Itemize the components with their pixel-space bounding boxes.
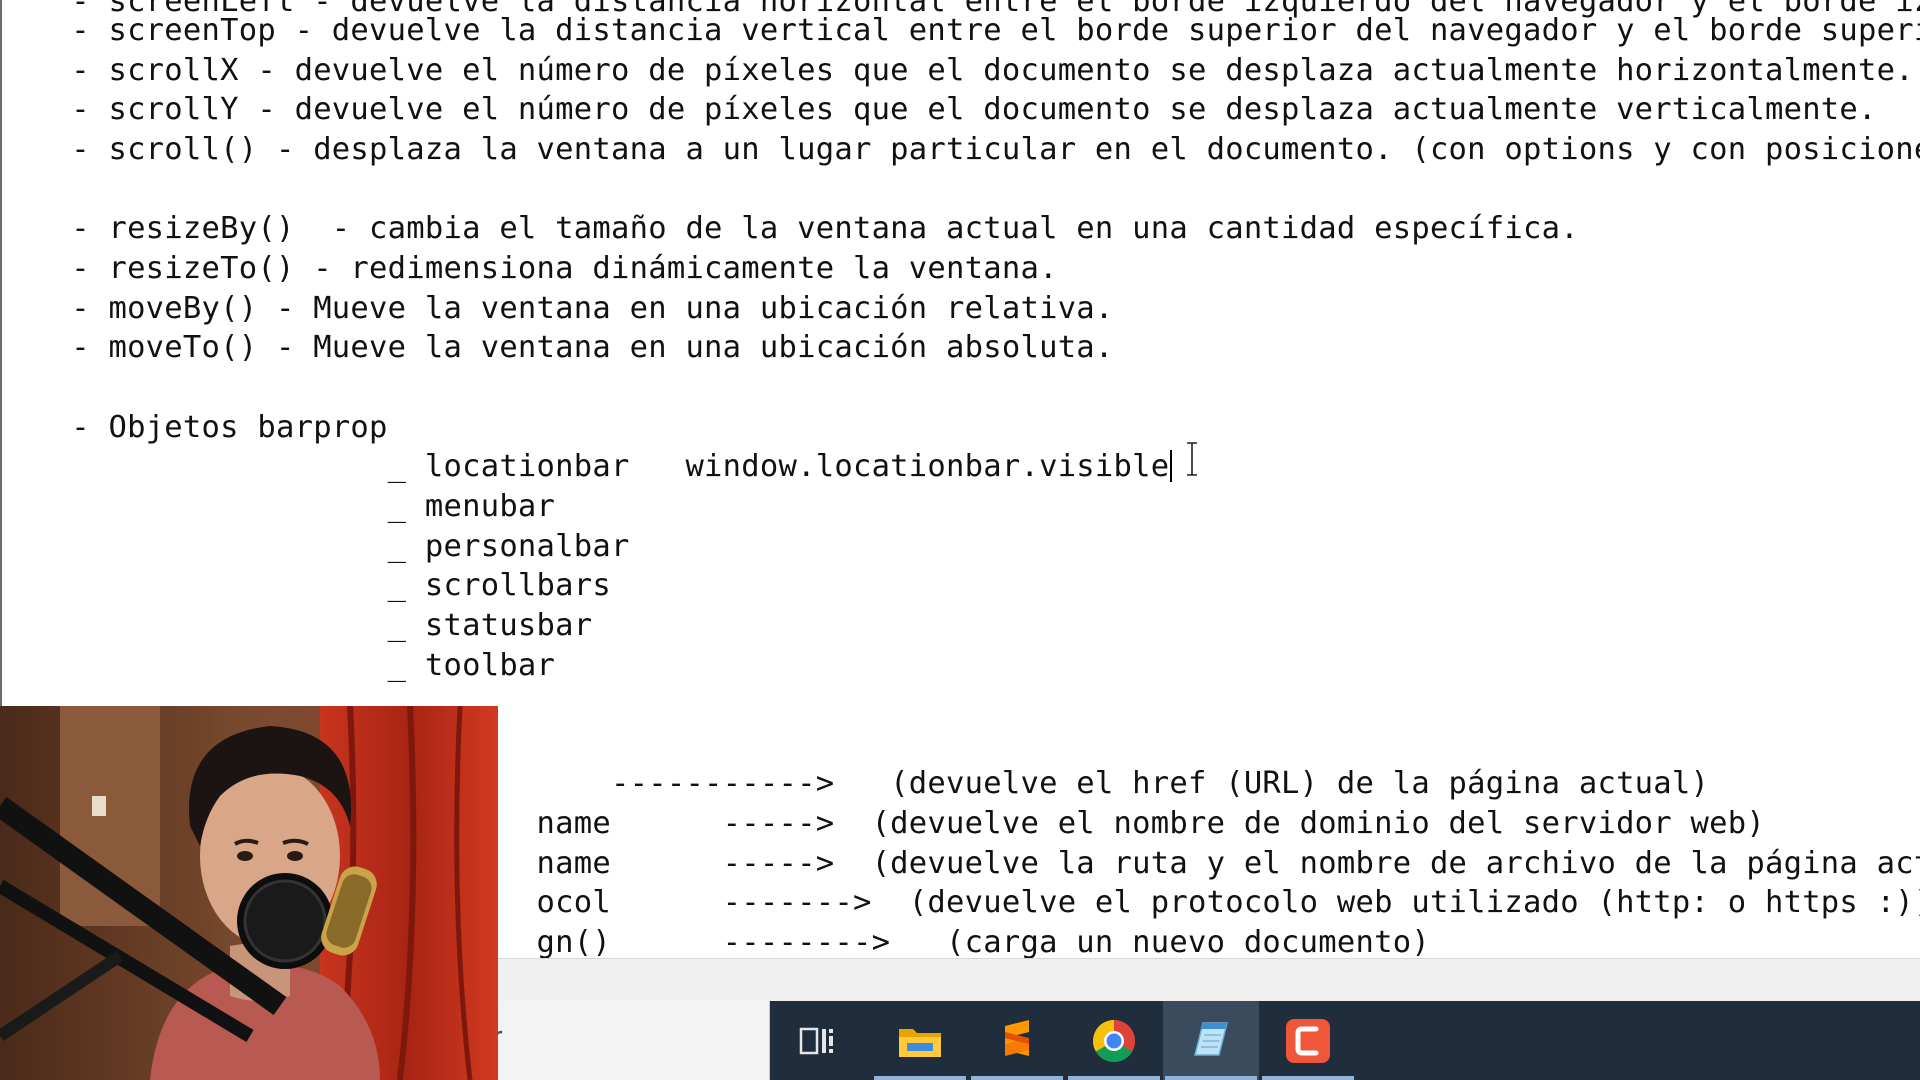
taskbar-camtasia-button[interactable]	[1260, 1001, 1356, 1080]
taskbar-file-explorer-button[interactable]	[872, 1001, 968, 1080]
editor-line-16: _ scrollbars	[34, 568, 611, 603]
editor-line-9: - moveBy() - Mueve la ventana en una ubi…	[34, 291, 1114, 326]
editor-line-15: _ personalbar	[34, 529, 630, 564]
editor-line-10: - moveTo() - Mueve la ventana en una ubi…	[34, 330, 1114, 365]
editor-line-8: - resizeTo() - redimensiona dinámicament…	[34, 251, 1058, 286]
active-app-indicator	[971, 1076, 1063, 1080]
ibeam-cursor-icon	[1187, 442, 1197, 476]
taskbar-chrome-button[interactable]	[1066, 1001, 1162, 1080]
editor-line-13: _ locationbar window.locationbar.visible	[34, 447, 1173, 487]
taskbar-task-view-button[interactable]	[770, 1001, 866, 1080]
taskbar-sublime-text-button[interactable]	[969, 1001, 1065, 1080]
notepad-icon	[1194, 1021, 1228, 1056]
chrome-icon	[1092, 1019, 1136, 1062]
active-app-indicator	[1068, 1076, 1160, 1080]
editor-line-4: - scrollY - devuelve el número de píxele…	[34, 92, 1877, 127]
folder-icon	[899, 1028, 941, 1057]
task-view-icon	[799, 1027, 833, 1054]
editor-line-7: - resizeBy() - cambia el tamaño de la ve…	[34, 211, 1579, 246]
active-app-indicator	[1262, 1076, 1354, 1080]
text-caret	[1170, 450, 1173, 482]
webcam-person-image	[0, 706, 498, 1080]
editor-line-3: - scrollX - devuelve el número de píxele…	[34, 53, 1914, 88]
camtasia-icon	[1286, 1018, 1330, 1063]
editor-line-13-text: _ locationbar window.locationbar.visible	[34, 449, 1170, 484]
active-app-indicator	[874, 1076, 966, 1080]
editor-line-14: _ menubar	[34, 489, 556, 524]
active-app-indicator	[1165, 1076, 1257, 1080]
editor-line-5: - scroll() - desplaza la ventana a un lu…	[34, 132, 1920, 167]
editor-line-18: _ toolbar	[34, 648, 556, 683]
taskbar-notepad-button[interactable]	[1163, 1001, 1259, 1080]
editor-line-2: - screenTop - devuelve la distancia vert…	[34, 13, 1920, 48]
editor-line-12: - Objetos barprop	[34, 410, 388, 445]
editor-line-17: _ statusbar	[34, 608, 593, 643]
webcam-overlay	[0, 706, 498, 1080]
sublime-text-icon	[1005, 1019, 1029, 1056]
